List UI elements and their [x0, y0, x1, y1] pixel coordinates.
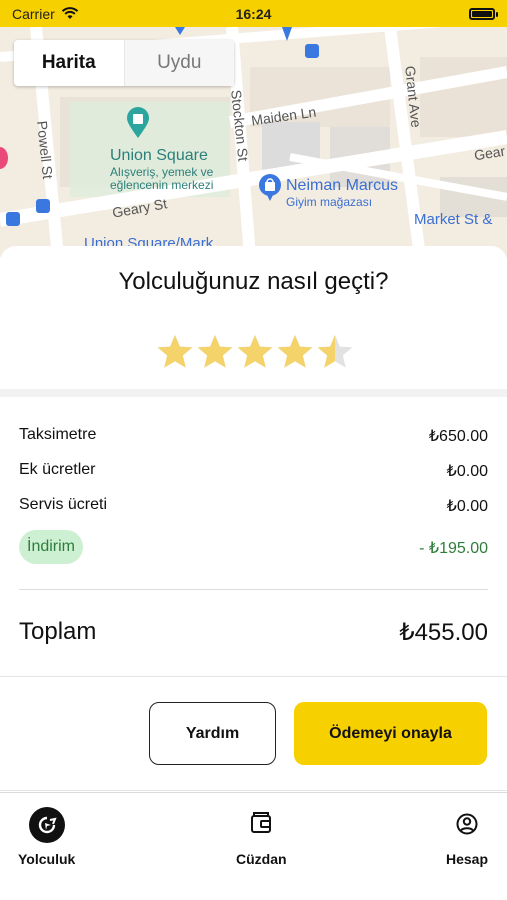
tab-account-label: Hesap	[446, 851, 489, 867]
total-value: ₺455.00	[399, 619, 488, 646]
star-2[interactable]	[196, 333, 234, 371]
transit-icon-powell[interactable]	[36, 199, 50, 213]
fare-row-service: Servis ücreti ₺0.00	[19, 496, 488, 516]
fare-label-service: Servis ücreti	[19, 496, 108, 513]
star-1[interactable]	[156, 333, 194, 371]
rating-question: Yolculuğunuz nasıl geçti?	[118, 268, 389, 295]
star-5[interactable]	[316, 333, 354, 371]
star-3[interactable]	[236, 333, 274, 371]
neiman-marcus-subtitle: Giyim mağazası	[286, 195, 373, 209]
neiman-marcus-title[interactable]: Neiman Marcus	[286, 177, 398, 195]
section-divider	[0, 389, 507, 397]
map-toggle-uydu[interactable]: Uydu	[123, 40, 234, 86]
confirm-payment-button[interactable]: Ödemeyi onayla	[294, 702, 487, 765]
star-4[interactable]	[276, 333, 314, 371]
market-station-label[interactable]: Market St &	[414, 211, 492, 228]
fare-value-meter: ₺650.00	[428, 428, 488, 445]
account-icon	[456, 813, 478, 835]
star-rating[interactable]	[156, 333, 354, 371]
help-button[interactable]: Yardım	[149, 702, 276, 765]
ride-icon	[28, 807, 65, 843]
tab-bar: Yolculuk Cüzdan Hesap	[0, 792, 507, 900]
union-square-subtitle-2: eğlencenin merkezi	[110, 178, 214, 192]
transit-icon-left[interactable]	[6, 212, 20, 226]
fare-row-extras: Ek ücretler ₺0.00	[19, 461, 488, 481]
map-view[interactable]: Powell St Stockton St Grant Ave Maiden L…	[0, 27, 507, 257]
fare-row-meter: Taksimetre ₺650.00	[19, 426, 488, 446]
total-label: Toplam	[19, 618, 97, 645]
bus-stop-icon[interactable]	[305, 44, 319, 58]
discount-badge: İndirim	[19, 530, 84, 564]
fare-label-meter: Taksimetre	[19, 426, 97, 443]
tab-wallet[interactable]: Cüzdan	[236, 807, 287, 867]
wallet-icon	[251, 812, 272, 833]
status-bar: Carrier 16:24	[0, 0, 507, 27]
shopping-bag-pin-icon[interactable]	[258, 173, 282, 203]
fare-value-extras: ₺0.00	[446, 463, 488, 480]
tab-ride-label: Yolculuk	[18, 851, 76, 867]
tab-account[interactable]: Hesap	[446, 807, 488, 867]
landmark-pin-icon[interactable]	[126, 107, 150, 139]
tab-wallet-label: Cüzdan	[236, 851, 287, 867]
map-type-toggle: Harita Uydu	[14, 40, 234, 86]
union-square-title[interactable]: Union Square	[110, 147, 208, 165]
map-toggle-harita[interactable]: Harita	[14, 40, 124, 86]
total-separator	[19, 589, 488, 590]
fare-value-service: ₺0.00	[446, 498, 488, 515]
fare-label-extras: Ek ücretler	[19, 461, 96, 478]
tab-ride[interactable]: Yolculuk	[18, 807, 75, 867]
clock: 16:24	[235, 5, 272, 22]
battery-icon	[469, 8, 498, 20]
discount-value: - ₺195.00	[419, 540, 488, 557]
